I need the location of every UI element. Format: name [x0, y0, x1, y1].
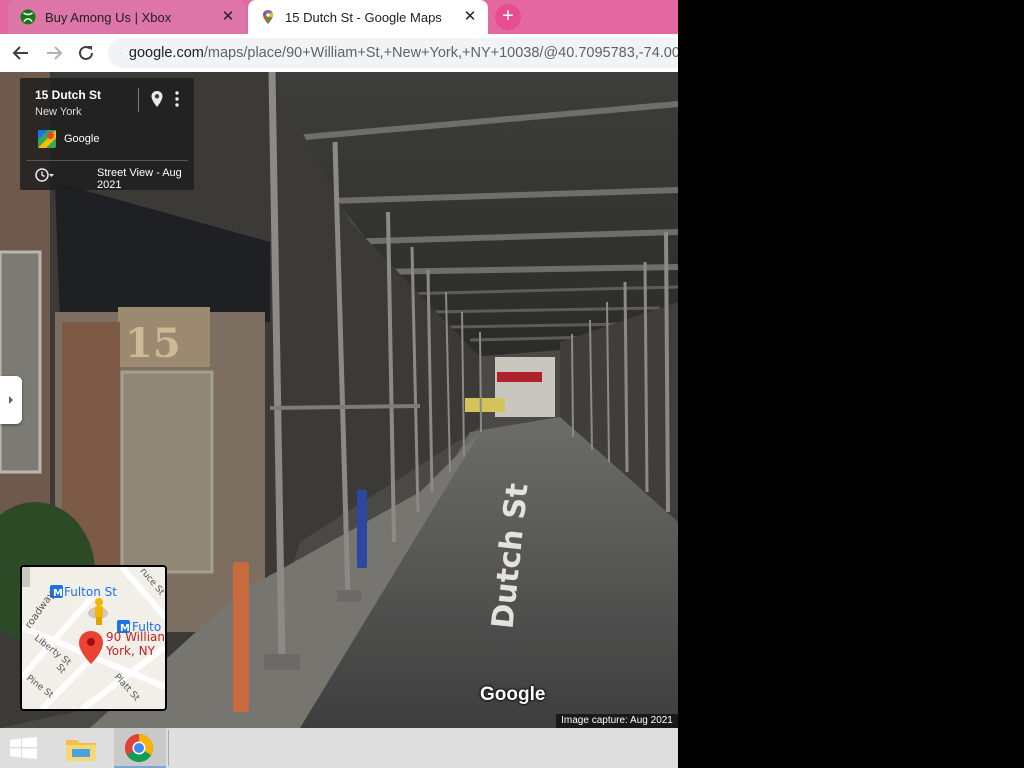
new-tab-button[interactable]: + — [495, 4, 521, 30]
google-maps-icon — [38, 130, 56, 148]
close-tab-icon[interactable]: ✕ — [462, 9, 478, 25]
screen: Buy Among Us | Xbox ✕ 15 Dutch St - Goog… — [0, 0, 678, 768]
chrome-icon — [125, 734, 153, 762]
tab-title: 15 Dutch St - Google Maps — [285, 9, 442, 25]
url-text: google.com/maps/place/90+William+St,+New… — [129, 45, 678, 61]
lock-icon[interactable] — [120, 46, 121, 60]
chevron-right-icon — [9, 396, 13, 404]
station-label: Fulton St — [64, 585, 117, 599]
street-view-panorama[interactable]: 15 Dutch St 15 Dutch St New York Google … — [0, 72, 678, 728]
time-travel-icon[interactable] — [34, 167, 56, 183]
divider — [26, 160, 188, 161]
google-watermark: Google — [480, 684, 546, 705]
address-label-line2: York, NY — [105, 644, 156, 658]
browser-toolbar: google.com/maps/place/90+William+St,+New… — [0, 34, 678, 73]
mini-map[interactable]: M Fulton St M Fulto roadway ruce St Libe… — [20, 565, 167, 711]
file-explorer-icon[interactable] — [64, 734, 98, 764]
address-label-line1: 90 Willian — [106, 630, 165, 644]
taskbar-divider — [168, 730, 169, 766]
pegman-icon[interactable] — [95, 598, 103, 625]
building-number: 15 — [125, 320, 181, 367]
place-info-card: 15 Dutch St New York Google Street View … — [20, 78, 194, 191]
more-options-icon[interactable] — [174, 90, 180, 108]
location-pin-icon[interactable] — [150, 90, 164, 108]
place-name: 15 Dutch St — [35, 88, 102, 102]
divider — [138, 88, 139, 112]
close-tab-icon[interactable]: ✕ — [220, 9, 236, 25]
place-city: New York — [35, 106, 82, 118]
tab-title: Buy Among Us | Xbox — [45, 9, 172, 25]
google-maps-icon — [263, 10, 273, 24]
imagery-provider: Google — [64, 133, 100, 145]
address-bar[interactable]: google.com/maps/place/90+William+St,+New… — [108, 38, 678, 68]
xbox-icon — [20, 9, 36, 25]
url-host: google.com — [128, 45, 204, 61]
expand-side-panel-button[interactable] — [0, 376, 22, 424]
url-path: /maps/place/90+William+St,+New+York,+NY+… — [203, 45, 678, 61]
street-view-date: Street View - Aug 2021 — [97, 167, 182, 191]
back-icon[interactable] — [10, 42, 32, 64]
start-icon[interactable] — [10, 737, 38, 759]
mini-map-canvas[interactable]: M Fulton St M Fulto roadway ruce St Libe… — [22, 567, 165, 709]
tab-strip: Buy Among Us | Xbox ✕ 15 Dutch St - Goog… — [0, 0, 678, 34]
forward-icon[interactable] — [43, 42, 65, 64]
tab-buy-among-us[interactable]: Buy Among Us | Xbox ✕ — [8, 0, 246, 34]
reload-icon[interactable] — [75, 42, 97, 64]
chrome-taskbar-button[interactable] — [114, 728, 166, 768]
tab-google-maps[interactable]: 15 Dutch St - Google Maps ✕ — [248, 0, 488, 34]
taskbar — [0, 728, 678, 768]
image-capture-date: Image capture: Aug 2021 — [556, 714, 678, 728]
